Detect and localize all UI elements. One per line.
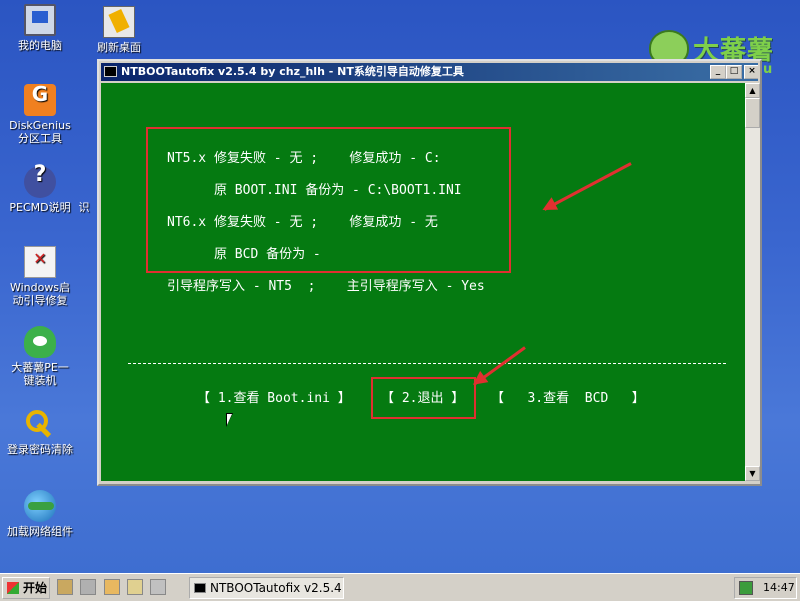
desktop-icon-pe-installer[interactable]: 大蕃薯PE一键装机 [0, 326, 80, 387]
desktop-icon-password-clear[interactable]: 登录密码清除 [0, 408, 80, 456]
quicklaunch-window-icon[interactable] [127, 579, 143, 595]
console-output: NT5.x 修复失败 - 无 ; 修复成功 - C: 原 BOOT.INI 备份… [101, 83, 745, 481]
desktop-icon-my-computer[interactable]: 我的电脑 [0, 4, 80, 52]
desktop-icon-label: 识 [78, 201, 90, 214]
annotation-arrow-exit [473, 346, 526, 386]
computer-icon [24, 4, 56, 36]
console-line-bootini: 原 BOOT.INI 备份为 - C:\BOOT1.INI [167, 183, 462, 198]
help-icon [24, 166, 56, 198]
desktop-icon-network[interactable]: 加载网络组件 [0, 490, 80, 538]
desktop-icon-label: 刷新桌面 [97, 41, 141, 54]
ntbootautofix-window: NTBOOTautofix v2.5.4 by chz_hlh - NT系统引导… [97, 59, 762, 486]
pe-installer-icon [24, 326, 56, 358]
close-button[interactable]: × [744, 65, 758, 79]
console-icon [104, 66, 117, 77]
console-line-bootloader: 引导程序写入 - NT5 ; 主引导程序写入 - Yes [167, 279, 485, 294]
console-line-bcd: 原 BCD 备份为 - [167, 247, 321, 262]
menu-option-view-bcd[interactable]: 【 3.查看 BCD 】 [491, 387, 645, 406]
desktop-icon-label: 加载网络组件 [7, 525, 73, 538]
desktop-icon-label: DiskGenius分区工具 [9, 119, 71, 145]
console-scrollbar[interactable]: ▲ ▼ [745, 83, 760, 481]
window-title: NTBOOTautofix v2.5.4 by chz_hlh - NT系统引导… [121, 65, 464, 78]
clock[interactable]: 14:47 [763, 578, 795, 598]
menu-option-exit[interactable]: 【 2.退出 】 [381, 387, 464, 406]
desktop-icon-refresh[interactable]: 刷新桌面 [79, 6, 159, 54]
network-icon [24, 490, 56, 522]
key-icon [24, 408, 56, 440]
quicklaunch-tools-icon[interactable] [57, 579, 73, 595]
console-icon [194, 583, 206, 593]
console-line-nt5: NT5.x 修复失败 - 无 ; 修复成功 - C: [167, 151, 441, 166]
scroll-up-icon[interactable]: ▲ [745, 83, 760, 98]
diskgenius-icon [24, 84, 56, 116]
desktop-icon-label: Windows启动引导修复 [9, 281, 71, 307]
quicklaunch-pen-icon[interactable] [150, 579, 166, 595]
taskbar-item-ntbootautofix[interactable]: NTBOOTautofix v2.5.4 b... [189, 577, 344, 599]
desktop-icon-label: 我的电脑 [18, 39, 62, 52]
system-tray: 14:47 [734, 577, 797, 599]
scrollbar-thumb[interactable] [745, 98, 760, 128]
boot-repair-icon [24, 246, 56, 278]
start-button[interactable]: 开始 [2, 577, 50, 599]
desktop-icon-label: 登录密码清除 [7, 443, 73, 456]
desktop-icon-boot-repair[interactable]: Windows启动引导修复 [0, 246, 80, 307]
desktop-icon-label: 大蕃薯PE一键装机 [11, 361, 69, 387]
quicklaunch-printer-icon[interactable] [80, 579, 96, 595]
quicklaunch-folder-icon[interactable] [104, 579, 120, 595]
menu-option-view-bootini[interactable]: 【 1.查看 Boot.ini 】 [197, 387, 351, 406]
desktop-icon-pecmd[interactable]: PECMD说明 [0, 166, 80, 214]
taskbar-item-label: NTBOOTautofix v2.5.4 b... [210, 581, 343, 595]
window-titlebar[interactable]: NTBOOTautofix v2.5.4 by chz_hlh - NT系统引导… [101, 63, 758, 81]
taskbar: 开始 NTBOOTautofix v2.5.4 b... 14:47 [0, 573, 800, 601]
minimize-button[interactable]: _ [710, 65, 726, 79]
mouse-cursor-icon [226, 413, 233, 427]
desktop-icon-partial: 识 [72, 201, 96, 214]
logo-subtext: u [763, 62, 773, 77]
annotation-arrow-status [543, 162, 632, 211]
console-divider [128, 363, 726, 364]
tray-network-icon[interactable] [739, 581, 753, 595]
maximize-button[interactable]: □ [726, 65, 742, 79]
console-line-nt6: NT6.x 修复失败 - 无 ; 修复成功 - 无 [167, 215, 438, 230]
refresh-desktop-icon [103, 6, 135, 38]
scroll-down-icon[interactable]: ▼ [745, 466, 760, 481]
desktop-icon-label: PECMD说明 [9, 201, 71, 214]
desktop-icon-diskgenius[interactable]: DiskGenius分区工具 [0, 84, 80, 145]
